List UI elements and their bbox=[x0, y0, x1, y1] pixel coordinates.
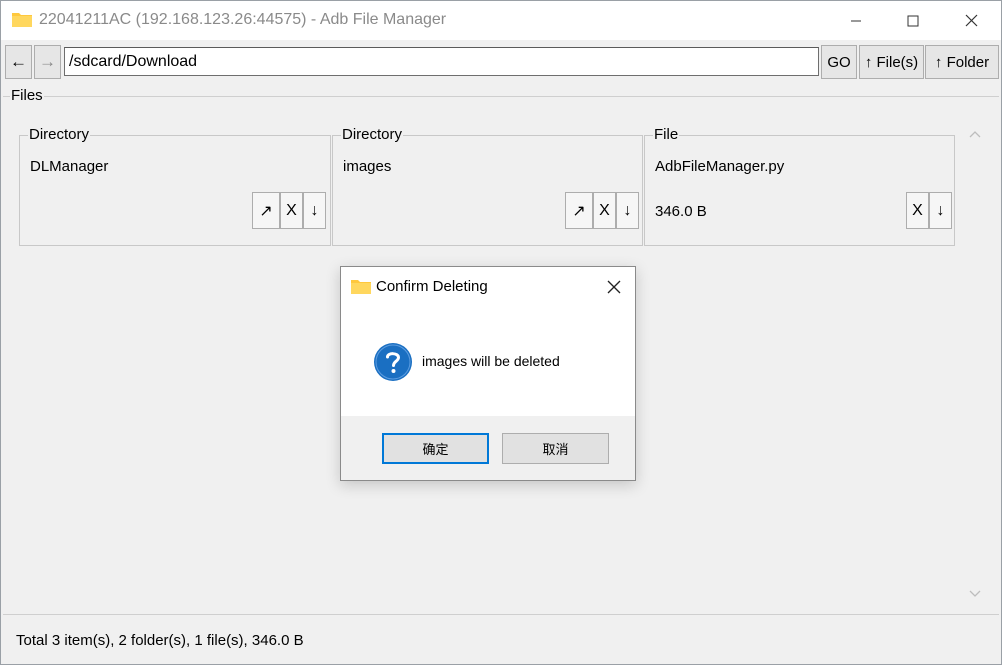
item-type-label: File bbox=[653, 126, 680, 143]
path-input[interactable] bbox=[64, 47, 819, 76]
upload-files-button[interactable]: ↑ File(s) bbox=[859, 45, 924, 79]
delete-button[interactable]: X bbox=[280, 192, 303, 229]
maximize-button[interactable] bbox=[884, 1, 942, 40]
chevron-down-icon[interactable] bbox=[969, 586, 981, 597]
dialog-title: Confirm Deleting bbox=[376, 278, 488, 295]
cancel-button[interactable]: 取消 bbox=[502, 433, 609, 464]
close-icon bbox=[965, 14, 978, 27]
confirm-dialog: Confirm Deleting images will be deleted … bbox=[340, 266, 636, 481]
file-item: Directory DLManager ↗ X ↓ bbox=[19, 126, 331, 246]
question-icon bbox=[373, 342, 413, 382]
status-summary: Total 3 item(s), 2 folder(s), 1 file(s),… bbox=[16, 632, 304, 649]
forward-button[interactable]: → bbox=[34, 45, 61, 79]
close-button[interactable] bbox=[942, 1, 1000, 40]
file-item: Directory images ↗ X ↓ bbox=[332, 126, 643, 246]
maximize-icon bbox=[907, 15, 919, 27]
file-item: File AdbFileManager.py 346.0 B X ↓ bbox=[644, 126, 955, 246]
title-bar[interactable]: 22041211AC (192.168.123.26:44575) - Adb … bbox=[1, 1, 1001, 40]
item-size: 346.0 B bbox=[655, 203, 707, 220]
dialog-footer: 确定 取消 bbox=[341, 416, 635, 480]
files-group-label: Files bbox=[10, 87, 44, 104]
download-button[interactable]: ↓ bbox=[616, 192, 639, 229]
delete-button[interactable]: X bbox=[593, 192, 616, 229]
minimize-button[interactable] bbox=[827, 1, 885, 40]
download-button[interactable]: ↓ bbox=[303, 192, 326, 229]
files-scrollbar[interactable] bbox=[964, 121, 986, 605]
open-button[interactable]: ↗ bbox=[565, 192, 593, 229]
folder-icon bbox=[351, 278, 371, 294]
item-type-label: Directory bbox=[341, 126, 404, 143]
folder-icon bbox=[12, 11, 32, 27]
item-name: images bbox=[343, 158, 392, 175]
window-title: 22041211AC (192.168.123.26:44575) - Adb … bbox=[39, 11, 447, 28]
delete-button[interactable]: X bbox=[906, 192, 929, 229]
upload-folder-button[interactable]: ↑ Folder bbox=[925, 45, 999, 79]
dialog-message: images will be deleted bbox=[422, 353, 560, 369]
minimize-icon bbox=[850, 15, 862, 27]
download-button[interactable]: ↓ bbox=[929, 192, 952, 229]
ok-button[interactable]: 确定 bbox=[382, 433, 489, 464]
back-button[interactable]: ← bbox=[5, 45, 32, 79]
chevron-up-icon[interactable] bbox=[969, 126, 981, 138]
close-icon[interactable] bbox=[606, 279, 622, 295]
open-button[interactable]: ↗ bbox=[252, 192, 280, 229]
item-name: DLManager bbox=[30, 158, 109, 175]
item-name: AdbFileManager.py bbox=[655, 158, 785, 175]
go-button[interactable]: GO bbox=[821, 45, 857, 79]
item-type-label: Directory bbox=[28, 126, 91, 143]
status-bar: Total 3 item(s), 2 folder(s), 1 file(s),… bbox=[3, 614, 999, 664]
